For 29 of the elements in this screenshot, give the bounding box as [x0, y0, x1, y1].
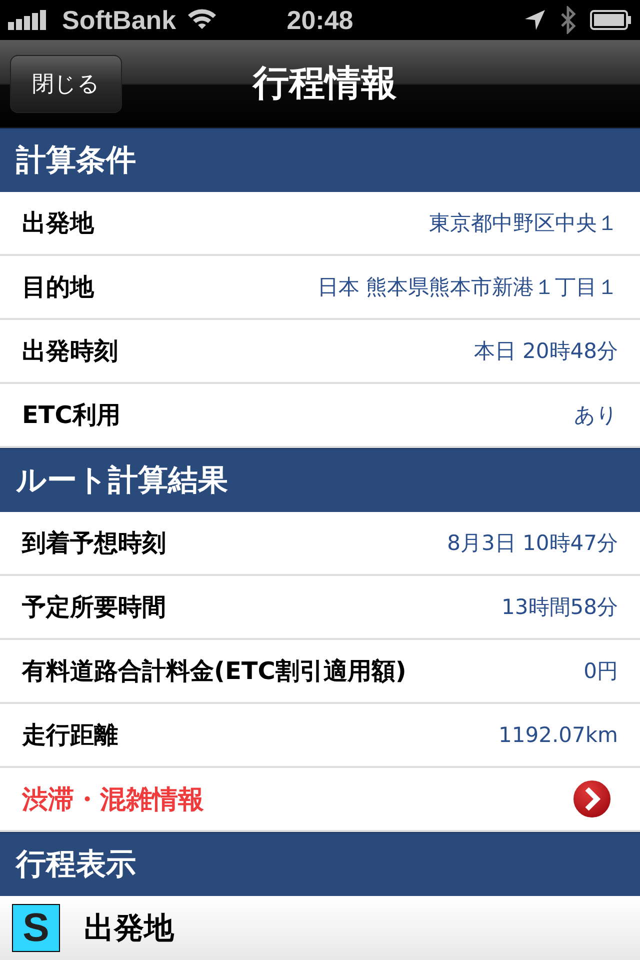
row-value: あり [574, 402, 618, 429]
row-value: 0円 [584, 658, 618, 685]
row-value: 東京都中野区中央１ [429, 210, 618, 237]
row-label: 出発地 [22, 208, 94, 239]
row-label: 出発時刻 [22, 336, 118, 367]
section-header: 計算条件 [0, 128, 640, 192]
bluetooth-icon [560, 6, 576, 34]
row-value: 1192.07km [498, 723, 618, 747]
battery-icon [590, 10, 632, 30]
close-button[interactable]: 閉じる [10, 54, 122, 112]
carrier-name: SoftBank [62, 4, 176, 36]
row-value: 8月3日 10時47分 [447, 530, 618, 557]
section-header: 行程表示 [0, 832, 640, 896]
row-value: 日本 熊本県熊本市新港１丁目１ [317, 274, 618, 301]
row-label: 予定所要時間 [22, 592, 166, 623]
location-arrow-icon [524, 9, 546, 31]
row-label: 到着予想時刻 [22, 528, 166, 559]
row-label: 出発地 [84, 910, 174, 948]
row-label: 有料道路合計料金(ETC割引適用額) [22, 656, 406, 687]
start-marker: S [12, 904, 60, 952]
row-label: 走行距離 [22, 720, 118, 751]
row-value: 本日 20時48分 [474, 338, 618, 365]
row-label: ETC利用 [22, 400, 120, 431]
row-value: 13時間58分 [502, 594, 618, 621]
screen-title: 行程情報 [253, 62, 397, 106]
section-header: ルート計算結果 [0, 448, 640, 512]
row-label: 渋滞・混雑情報 [22, 784, 204, 816]
clock-time: 20:48 [286, 4, 354, 36]
row-label: 目的地 [22, 272, 94, 303]
